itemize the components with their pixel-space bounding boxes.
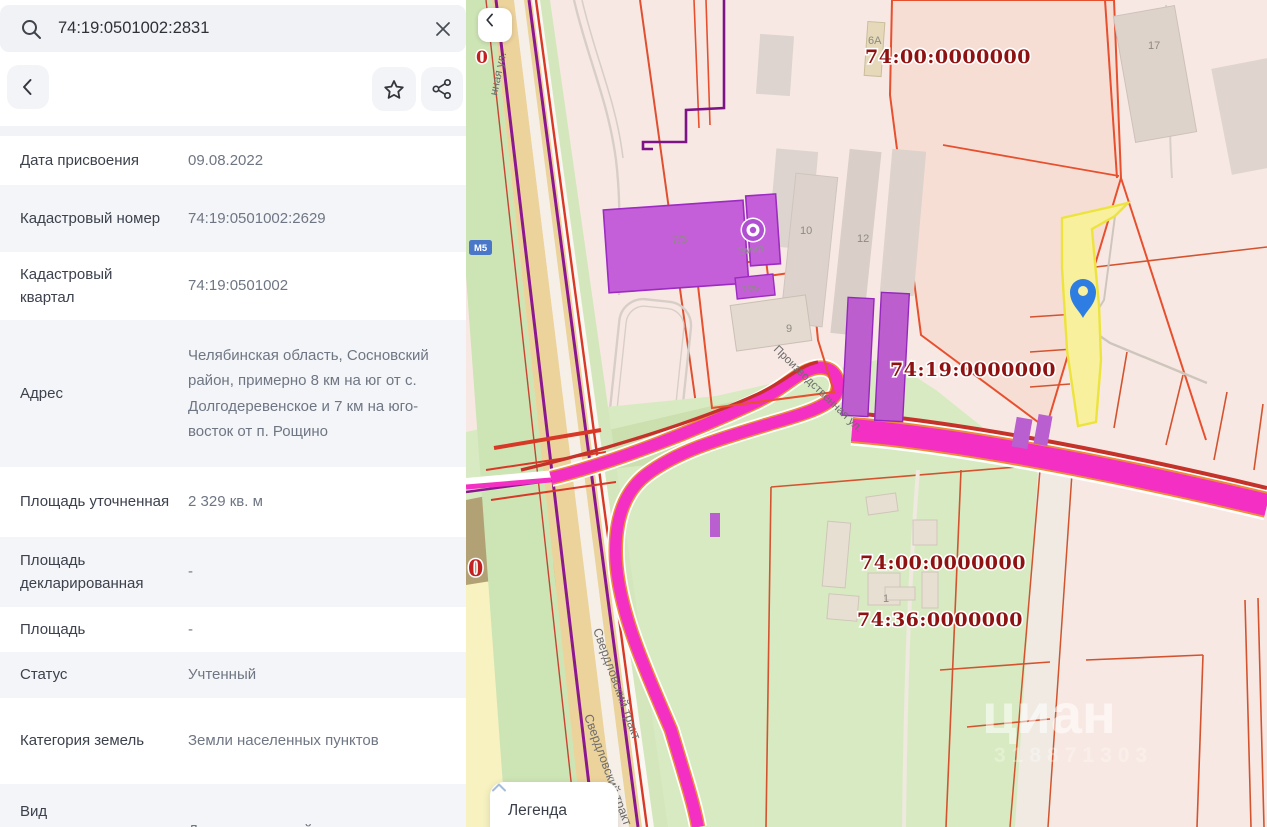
road-shield-m5: М5 xyxy=(469,240,492,255)
table-row: Вид Для сельскохозяйственного xyxy=(0,784,466,827)
watermark-id: 318871303 xyxy=(994,744,1153,767)
share-icon xyxy=(430,77,454,101)
back-button[interactable] xyxy=(7,65,49,109)
building-number: 9 xyxy=(786,323,792,335)
row-label: Статус xyxy=(20,663,170,686)
table-row: Статус Учтенный xyxy=(0,652,466,698)
quarter-label-partial-top: 0 xyxy=(476,48,488,68)
chevron-up-icon xyxy=(490,782,508,793)
legend-button-label: Легенда xyxy=(508,802,567,820)
row-label: Дата присвоения xyxy=(20,149,170,172)
bottomright-zone xyxy=(1010,470,1267,827)
row-value: Земли населенных пунктов xyxy=(188,728,446,754)
share-button[interactable] xyxy=(421,67,463,111)
chevron-left-icon xyxy=(16,74,40,100)
table-row: Площадь - xyxy=(0,607,466,652)
row-value: - xyxy=(188,617,446,643)
legend-button[interactable]: Легенда xyxy=(490,782,618,827)
row-value: 2 329 кв. м xyxy=(188,489,446,515)
table-row: Дата присвоения 09.08.2022 xyxy=(0,136,466,185)
collapse-sidebar-button[interactable] xyxy=(478,8,512,42)
row-label: Площадь декларированная xyxy=(20,549,170,596)
star-icon xyxy=(382,78,406,101)
row-label: Адрес xyxy=(20,382,170,405)
row-value: Для сельскохозяйственного xyxy=(188,818,446,827)
building-number: 7/2Б xyxy=(742,283,761,295)
row-label: Площадь уточненная xyxy=(20,490,170,513)
table-row: Адрес Челябинская область, Сосновский ра… xyxy=(0,320,466,467)
building-number: 1 xyxy=(883,593,889,605)
row-value: Челябинская область, Сосновский район, п… xyxy=(188,343,446,445)
building-number: 6А xyxy=(868,35,882,47)
chevron-left-icon xyxy=(478,8,502,32)
building-number: 7/3 xyxy=(672,234,687,246)
building-number: 17 xyxy=(1148,40,1160,52)
quarter-label-top: 74:00:0000000 xyxy=(865,46,1031,68)
table-row: Кадастровый квартал 74:19:0501002 xyxy=(0,252,466,320)
quarter-label-bottom2: 74:36:0000000 xyxy=(857,609,1023,631)
clear-search-button[interactable] xyxy=(434,20,452,38)
table-row: Площадь декларированная - xyxy=(0,537,466,607)
search-icon xyxy=(20,18,42,40)
table-top-strip xyxy=(0,126,466,136)
row-value: 74:19:0501002:2629 xyxy=(188,206,446,232)
quarter-label-middle: 74:19:0000000 xyxy=(890,359,1056,381)
property-sidebar: Дата присвоения 09.08.2022 Кадастровый н… xyxy=(0,0,466,827)
search-bar[interactable] xyxy=(0,5,466,52)
map-canvas[interactable]: 74:00:0000000 74:19:0000000 74:00:000000… xyxy=(466,0,1267,827)
row-label: Категория земель xyxy=(20,729,170,752)
row-label: Кадастровый номер xyxy=(20,207,170,230)
map-panel: 74:00:0000000 74:19:0000000 74:00:000000… xyxy=(466,0,1267,827)
building-number: 12 xyxy=(857,233,869,245)
row-label: Площадь xyxy=(20,618,170,641)
building-number: 10 xyxy=(800,225,812,237)
road-shield-label: М5 xyxy=(474,243,488,254)
watermark-logo: циан xyxy=(982,682,1116,745)
cadastral-map-app: Дата присвоения 09.08.2022 Кадастровый н… xyxy=(0,0,1267,827)
row-value: 74:19:0501002 xyxy=(188,273,446,299)
property-details-table: Дата присвоения 09.08.2022 Кадастровый н… xyxy=(0,136,466,827)
table-row: Кадастровый номер 74:19:0501002:2629 xyxy=(0,185,466,252)
quarter-label-bottom1: 74:00:0000000 xyxy=(860,552,1026,574)
table-row: Категория земель Земли населенных пункто… xyxy=(0,698,466,784)
quarter-label-partial-bottom: 0 xyxy=(468,556,483,582)
row-value: 09.08.2022 xyxy=(188,148,446,174)
favorite-button[interactable] xyxy=(372,67,416,111)
row-value: Учтенный xyxy=(188,662,446,688)
table-row: Площадь уточненная 2 329 кв. м xyxy=(0,467,466,537)
row-label: Кадастровый квартал xyxy=(20,263,170,310)
row-value: - xyxy=(188,559,446,585)
action-bar xyxy=(0,65,466,111)
search-input[interactable] xyxy=(56,18,434,39)
row-label: Вид xyxy=(20,800,170,823)
